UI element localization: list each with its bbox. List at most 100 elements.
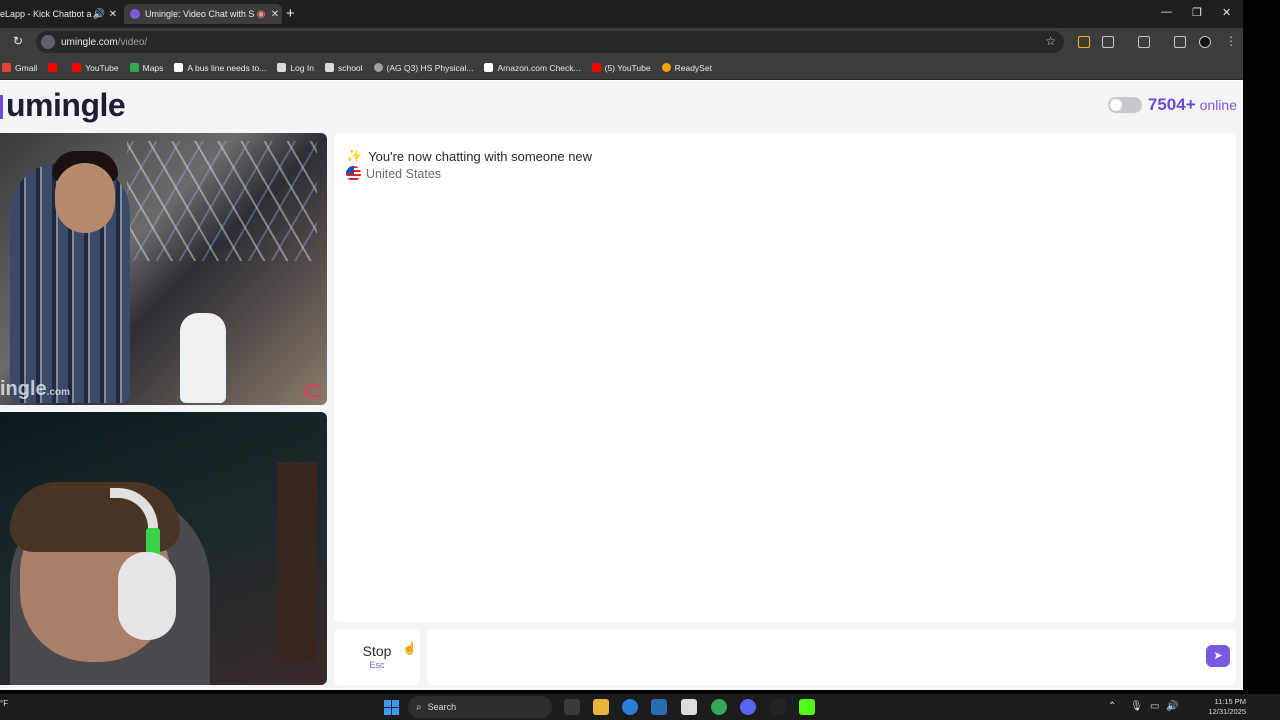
clock-time: 11:15 PM: [1214, 697, 1246, 706]
theme-toggle[interactable]: [1107, 97, 1142, 113]
background-door: [277, 462, 317, 662]
classlink-icon: [277, 63, 287, 72]
bookmark-maps[interactable]: Maps: [129, 63, 163, 73]
gmail-icon: [2, 63, 11, 72]
extension-icon[interactable]: [1078, 36, 1090, 48]
bookmark-gmail[interactable]: Gmail: [2, 63, 37, 73]
online-indicator: 7504+ online: [1107, 95, 1237, 115]
umingle-favicon-icon: [130, 9, 140, 19]
file-explorer-icon[interactable]: [593, 699, 609, 715]
bookmark-5-youtube[interactable]: (5) YouTube: [591, 63, 651, 73]
store-icon[interactable]: [681, 699, 697, 715]
water-jug: [180, 313, 226, 403]
edge-icon[interactable]: [622, 699, 638, 715]
system-message: ✨ You're now chatting with someone new: [346, 148, 592, 164]
globe-icon: [373, 63, 383, 72]
minimize-button[interactable]: —: [1161, 6, 1172, 18]
url-text: umingle.com/video/: [61, 37, 147, 48]
country-label: United States: [366, 166, 442, 181]
url-host: umingle.com: [61, 36, 118, 48]
reload-icon[interactable]: ↻: [13, 34, 23, 48]
bookmark-amazon[interactable]: Amazon.com Check...: [484, 63, 581, 73]
bookmarks-bar: Gmail YouTube Maps A bus line needs to..…: [0, 56, 1243, 80]
address-bar[interactable]: umingle.com/video/ ☆: [36, 31, 1064, 53]
volume-icon[interactable]: 🔊: [1166, 701, 1178, 712]
maps-icon: [129, 63, 139, 72]
mail-icon[interactable]: [651, 699, 667, 715]
close-tab-icon[interactable]: ✕: [106, 9, 120, 20]
recording-icon: ◉: [256, 8, 266, 20]
clock-date: 12/31/2025: [1208, 707, 1246, 716]
classlink-icon: [324, 63, 334, 72]
us-flag-icon: [346, 166, 361, 181]
extensions-puzzle-icon[interactable]: [1102, 36, 1114, 48]
media-control-icon[interactable]: [1174, 36, 1186, 48]
self-video: [0, 412, 327, 685]
bookmark-school[interactable]: school: [324, 63, 363, 73]
close-tab-icon[interactable]: ✕: [268, 9, 282, 20]
browser-window: eLapp - Kick Chatbot a 🔊 ✕ Umingle: Vide…: [0, 0, 1243, 690]
new-tab-button[interactable]: +: [286, 5, 295, 22]
site-info-icon[interactable]: [41, 35, 55, 49]
chat-panel: ✨ You're now chatting with someone new U…: [334, 133, 1236, 622]
report-flag-icon[interactable]: [305, 385, 321, 397]
start-button[interactable]: [384, 700, 399, 715]
online-count: 7504+: [1147, 95, 1196, 114]
clock[interactable]: 11:15 PM 12/31/2025: [1208, 697, 1246, 717]
task-view-icon[interactable]: [564, 699, 580, 715]
capcut-icon[interactable]: [770, 699, 786, 715]
bookmark-bus-line[interactable]: A bus line needs to...: [174, 63, 266, 73]
readyset-icon: [661, 63, 671, 72]
screen: eLapp - Kick Chatbot a 🔊 ✕ Umingle: Vide…: [0, 0, 1280, 720]
bookmark-youtube[interactable]: YouTube: [72, 63, 119, 73]
bookmark-readyset[interactable]: ReadySet: [661, 63, 712, 73]
search-icon: ⌕: [416, 701, 422, 713]
url-path: /video/: [117, 36, 148, 48]
amazon-icon: [484, 63, 494, 72]
network-icon[interactable]: ▭: [1150, 701, 1159, 712]
tray-overflow-icon[interactable]: ⌃: [1108, 701, 1116, 712]
profile-avatar-icon[interactable]: [1199, 36, 1211, 48]
close-window-button[interactable]: ✕: [1222, 6, 1231, 19]
bookmark-ag-q3[interactable]: (AG Q3) HS Physical...: [373, 63, 473, 73]
stranger-head: [55, 163, 115, 233]
video-watermark: ingle.com: [0, 378, 71, 400]
doc-icon: [174, 63, 184, 72]
status-message: You're now chatting with someone new: [368, 148, 593, 164]
country-line: United States: [346, 166, 441, 181]
sparkle-icon: ✨: [346, 148, 363, 163]
taskbar-search[interactable]: ⌕ Search: [408, 696, 552, 718]
youtube-icon: [591, 63, 601, 72]
tab-title: Umingle: Video Chat with S: [145, 9, 254, 19]
youtube-icon: [72, 63, 82, 72]
bookmark-log-in[interactable]: Log In: [277, 63, 314, 73]
microphone-icon[interactable]: 🎙: [1130, 701, 1143, 712]
speaker-icon[interactable]: 🔊: [92, 9, 106, 20]
message-input[interactable]: ➤: [427, 629, 1236, 685]
tab-strip: eLapp - Kick Chatbot a 🔊 ✕ Umingle: Vide…: [0, 0, 1243, 28]
bookmark-star-icon[interactable]: ☆: [1045, 34, 1056, 48]
send-button[interactable]: ➤: [1206, 645, 1230, 667]
menu-dots-icon[interactable]: ⋮: [1225, 34, 1237, 48]
maximize-button[interactable]: ❐: [1192, 6, 1202, 19]
youtube-icon: [48, 63, 58, 72]
weather-temp[interactable]: °F: [0, 699, 8, 708]
tab-umingle[interactable]: Umingle: Video Chat with S ◉ ✕: [124, 4, 282, 24]
browser-toolbar: ↻ umingle.com/video/ ☆ ⋮: [0, 28, 1243, 56]
windows-taskbar: °F ⌕ Search ⌃ 🎙 ▭ 🔊 11:15 PM 12/31/2025: [0, 694, 1280, 720]
chrome-icon[interactable]: [711, 699, 727, 715]
headphone-cup: [118, 552, 176, 640]
kick-icon[interactable]: [799, 699, 815, 715]
discord-icon[interactable]: [740, 699, 756, 715]
stranger-video: ingle.com: [0, 133, 327, 405]
ceiling-lights: [127, 141, 317, 261]
tab-kick-chatbot[interactable]: eLapp - Kick Chatbot a 🔊 ✕: [0, 4, 120, 24]
cast-icon[interactable]: [1138, 36, 1150, 48]
online-label: online: [1199, 97, 1237, 113]
bookmark-youtube-icon-only[interactable]: [48, 63, 61, 72]
site-logo[interactable]: umingle: [0, 87, 126, 124]
search-label: Search: [427, 702, 457, 712]
tab-title: eLapp - Kick Chatbot a: [0, 9, 92, 19]
hand-cursor-icon: ☝: [402, 641, 417, 655]
stop-button[interactable]: Stop Esc ☝: [334, 629, 420, 685]
